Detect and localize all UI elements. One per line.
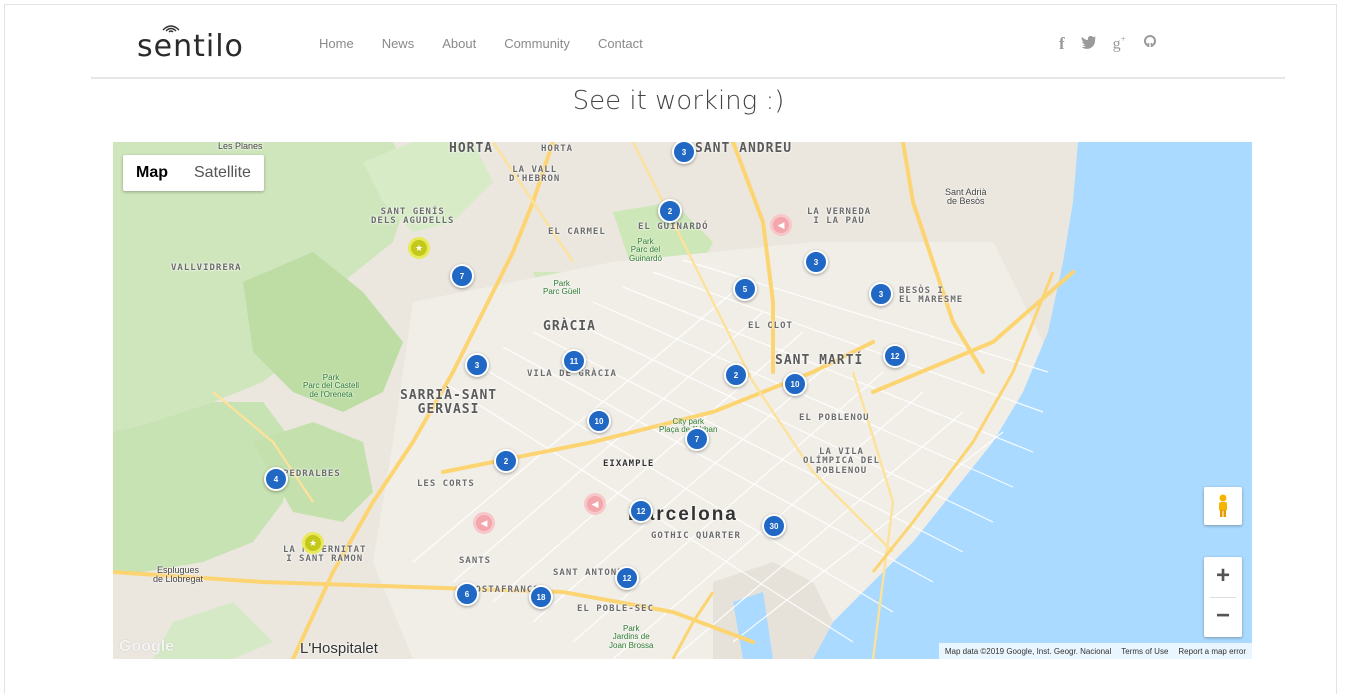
cluster-marker[interactable]: 10 [783,372,807,396]
cluster-marker[interactable]: 7 [450,264,474,288]
pegman-icon [1219,494,1227,517]
cluster-marker[interactable]: 11 [562,349,586,373]
nav-home[interactable]: Home [319,36,354,51]
logo[interactable]: sentilo [137,23,277,67]
map-label-sarria: SARRIÀ-SANT GERVASI [400,388,498,417]
zoom-in-button[interactable]: + [1204,557,1242,597]
sensor-marker-pink[interactable]: ◀ [770,214,792,236]
main-menu: Home News About Community Contact [319,36,643,51]
map-label-les-corts: LES CORTS [417,479,475,489]
google-plus-icon[interactable]: g+ [1113,34,1126,53]
map-label-park-joan: Park Jardins de Joan Brossa [609,624,654,650]
speaker-icon: ◀ [777,219,785,230]
map-label-el-carmel: EL CARMEL [548,227,606,237]
cluster-marker[interactable]: 2 [494,449,518,473]
cluster-marker[interactable]: 4 [264,467,288,491]
star-icon: ★ [414,242,424,253]
logo-text: sentilo [137,29,244,64]
cluster-marker[interactable]: 2 [658,199,682,223]
map-label-horta-small: HORTA [541,144,574,154]
page-heading: See it working :) [572,86,785,116]
map-label-el-guinardo: EL GUINARDÓ [638,222,709,232]
map-type-map-button[interactable]: Map [123,155,181,191]
cluster-marker[interactable]: 5 [733,277,757,301]
sensor-marker-pink[interactable]: ◀ [584,493,606,515]
map-label-eixample: EIXAMPLE [603,459,655,469]
star-icon: ★ [308,537,318,548]
street-view-pegman[interactable] [1204,487,1242,525]
cluster-marker[interactable]: 6 [455,582,479,606]
map-label-sant-andreu: SANT ANDREU [695,142,793,156]
cluster-marker[interactable]: 7 [685,427,709,451]
terms-link[interactable]: Terms of Use [1121,647,1168,656]
attribution-data: Map data ©2019 Google, Inst. Geogr. Naci… [944,646,1112,656]
cluster-marker[interactable]: 12 [615,566,639,590]
map-label-vila-olimpica: LA VILA OLÍMPICA DEL POBLENOU [803,447,881,476]
map-label-horta: HORTA [449,142,494,156]
cluster-marker[interactable]: 3 [869,282,893,306]
map-label-poble-sec: EL POBLE-SEC [577,604,655,614]
map-label-sant-antoni: SANT ANTONI [553,568,624,578]
map-label-sants: SANTS [459,556,492,566]
map-label-la-verneda: LA VERNEDA I LA PAU [807,207,872,227]
map-label-vallvidrera: VALLVIDRERA [171,263,242,273]
speaker-icon: ◀ [480,517,488,528]
report-error-link[interactable]: Report a map error [1178,647,1246,656]
map-label-sant-adria: Sant Adrià de Besòs [945,187,987,207]
map-label-park-castell: Park Parc del Castell de l'Oreneta [303,373,360,399]
map-type-control: Map Satellite [123,155,264,191]
speaker-icon: ◀ [591,498,599,509]
map-widget[interactable]: HORTA SANT ANDREU HORTA LA VALL D'HEBRON… [113,142,1252,659]
cluster-marker[interactable]: 10 [587,409,611,433]
map-label-hospitalet: L'Hospitalet [300,640,378,657]
map-label-gracia: GRÀCIA [543,319,596,334]
map-label-el-clot: EL CLOT [748,321,793,331]
twitter-icon[interactable] [1080,34,1097,54]
cluster-marker[interactable]: 3 [804,250,828,274]
zoom-divider [1210,597,1236,598]
zoom-out-button[interactable]: − [1204,597,1242,637]
google-logo[interactable]: Google [119,638,174,656]
cluster-marker[interactable]: 18 [529,585,553,609]
top-navigation: sentilo Home News About Community Contac… [91,5,1285,79]
nav-news[interactable]: News [382,36,415,51]
map-label-sant-genis: SANT GENÍS DELS AGUDELLS [371,207,455,227]
cluster-marker[interactable]: 2 [724,363,748,387]
map-label-park-guell: Park Parc Güell [543,279,581,297]
sensor-marker-pink[interactable]: ◀ [473,512,495,534]
cluster-marker[interactable]: 12 [883,344,907,368]
map-label-besos: BESÒS I EL MARESME [899,286,964,306]
map-label-el-poblenou: EL POBLENOU [799,413,870,423]
github-icon[interactable] [1142,33,1158,54]
cluster-marker[interactable]: 3 [465,353,489,377]
social-links: f g+ [1059,33,1158,54]
nav-contact[interactable]: Contact [598,36,643,51]
map-label-maternitat: LA MATERNITAT I SANT RAMON [283,545,367,565]
map-label-pedralbes: PEDRALBES [283,469,341,479]
map-type-satellite-button[interactable]: Satellite [181,155,264,191]
cluster-marker[interactable]: 30 [762,514,786,538]
map-label-sant-marti: SANT MARTÍ [775,353,864,368]
sensor-marker-yellow[interactable]: ★ [408,237,430,259]
map-label-esplugues: Esplugues de Llobregat [153,565,204,585]
nav-about[interactable]: About [442,36,476,51]
map-label-gothic: GOTHIC QUARTER [651,531,741,541]
map-label-la-vall-hebron: LA VALL D'HEBRON [509,165,561,185]
map-label-park-guinardo: Park Parc del Guinardó [629,237,662,263]
zoom-control: + − [1204,557,1242,637]
facebook-icon[interactable]: f [1059,34,1065,54]
map-label-les-planes: Les Planes [218,142,263,151]
nav-community[interactable]: Community [504,36,570,51]
map-attribution: Map data ©2019 Google, Inst. Geogr. Naci… [938,643,1252,659]
cluster-marker[interactable]: 12 [629,499,653,523]
sensor-marker-yellow[interactable]: ★ [302,532,324,554]
map-base [113,142,1252,659]
